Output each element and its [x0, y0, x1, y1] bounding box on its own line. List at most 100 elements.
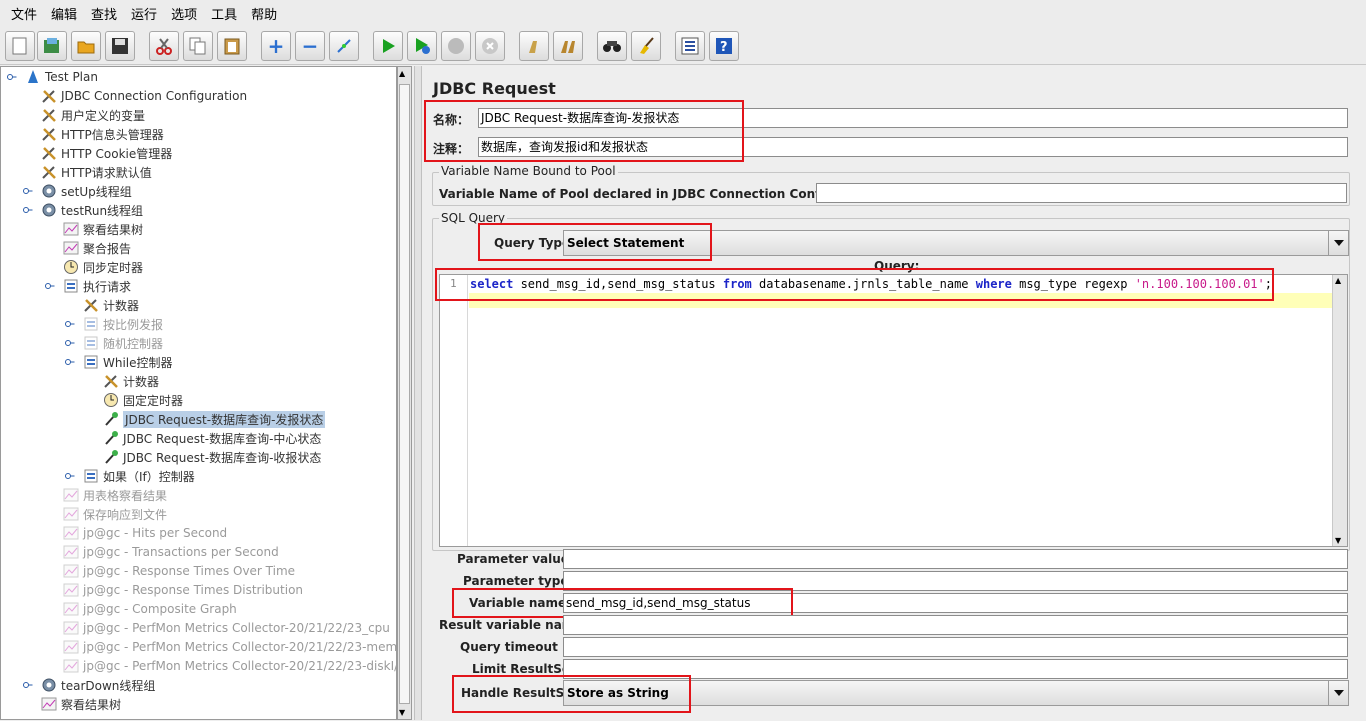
sql-string: 'n.100.100.100.01'	[1134, 277, 1265, 291]
expand-button[interactable]: +	[261, 31, 291, 61]
reset-search-button[interactable]	[631, 31, 661, 61]
tree-node[interactable]: jp@gc - Hits per Second	[63, 524, 227, 542]
listener-icon	[63, 221, 79, 237]
tree-node[interactable]: JDBC Connection Configuration	[41, 87, 247, 105]
tree-scrollbar[interactable]: ▲ ▼	[397, 66, 412, 720]
editor-scroll-up[interactable]: ▲	[1335, 276, 1341, 285]
open-button[interactable]	[71, 31, 101, 61]
paste-button[interactable]	[217, 31, 247, 61]
tree-node[interactable]: tearDown线程组	[41, 676, 155, 694]
comment-field[interactable]: 数据库，查询发报id和发报状态	[478, 137, 1348, 157]
new-button[interactable]	[5, 31, 35, 61]
tree-node[interactable]: jp@gc - Response Times Distribution	[63, 581, 303, 599]
query-type-select[interactable]: Select Statement	[563, 230, 1349, 256]
controller-icon	[83, 354, 99, 370]
expand-toggle[interactable]	[65, 471, 75, 480]
tree-node[interactable]: HTTP Cookie管理器	[41, 144, 172, 162]
tree-node[interactable]: 计数器	[103, 372, 159, 390]
pool-field[interactable]	[816, 183, 1347, 203]
tree-node[interactable]: jp@gc - PerfMon Metrics Collector-20/21/…	[63, 638, 396, 656]
shutdown-button[interactable]	[475, 31, 505, 61]
menu-help[interactable]: 帮助	[244, 4, 284, 23]
tree-node[interactable]: 用户定义的变量	[41, 106, 145, 124]
tree-node[interactable]: jp@gc - Transactions per Second	[63, 543, 279, 561]
tree-node[interactable]: 用表格察看结果	[63, 486, 167, 504]
templates-button[interactable]	[37, 31, 67, 61]
tree-node[interactable]: 固定定时器	[103, 391, 183, 409]
function-helper-button[interactable]	[675, 31, 705, 61]
copy-button[interactable]	[183, 31, 213, 61]
handle-resultset-select[interactable]: Store as String	[563, 680, 1349, 706]
start-no-pause-button[interactable]	[407, 31, 437, 61]
search-button[interactable]	[597, 31, 627, 61]
tree-node[interactable]: 察看结果树	[41, 695, 121, 713]
listener-icon	[63, 620, 79, 636]
cut-button[interactable]	[149, 31, 179, 61]
tree-node[interactable]: jp@gc - PerfMon Metrics Collector-20/21/…	[63, 657, 396, 675]
tree-node[interactable]: 同步定时器	[63, 258, 143, 276]
editor-scroll-down[interactable]: ▼	[1335, 536, 1341, 545]
collapse-toggle[interactable]	[7, 72, 17, 81]
tree-node[interactable]: testRun线程组	[41, 201, 143, 219]
menu-search[interactable]: 查找	[84, 4, 124, 23]
toggle-button[interactable]	[329, 31, 359, 61]
config-icon	[83, 297, 99, 313]
collapse-toggle[interactable]	[23, 205, 33, 214]
tree-node[interactable]: HTTP信息头管理器	[41, 125, 164, 143]
tree-node[interactable]: 察看结果树	[63, 220, 143, 238]
tree-node[interactable]: 计数器	[83, 296, 139, 314]
timeout-field[interactable]	[563, 637, 1348, 657]
clear-button[interactable]	[519, 31, 549, 61]
stop-button[interactable]	[441, 31, 471, 61]
clear-all-button[interactable]	[553, 31, 583, 61]
tree-node[interactable]: 如果（If）控制器	[83, 467, 195, 485]
sql-query-text[interactable]: select send_msg_id,send_msg_status from …	[470, 276, 1272, 293]
tree-node[interactable]: jp@gc - Response Times Over Time	[63, 562, 295, 580]
limit-field[interactable]	[563, 659, 1348, 679]
menu-options[interactable]: 选项	[164, 4, 204, 23]
start-button[interactable]	[373, 31, 403, 61]
tree-node[interactable]: 随机控制器	[83, 334, 163, 352]
name-field[interactable]: JDBC Request-数据库查询-发报状态	[478, 108, 1348, 128]
result-var-field[interactable]	[563, 615, 1348, 635]
tree-node[interactable]: 执行请求	[63, 277, 131, 295]
expand-toggle[interactable]	[65, 338, 75, 347]
tree-node[interactable]: JDBC Request-数据库查询-中心状态	[103, 429, 321, 447]
tree-node[interactable]: 保存响应到文件	[63, 505, 167, 523]
tree-node[interactable]: setUp线程组	[41, 182, 132, 200]
help-button[interactable]: ?	[709, 31, 739, 61]
tree-node-label: Test Plan	[45, 70, 98, 84]
tree-node[interactable]: JDBC Request-数据库查询-发报状态	[103, 410, 326, 428]
chevron-down-icon[interactable]	[1328, 681, 1348, 705]
tree-node[interactable]: Test Plan	[25, 68, 98, 86]
editor-scrollbar[interactable]: ▲ ▼	[1332, 275, 1347, 546]
tree-node[interactable]: jp@gc - Composite Graph	[63, 600, 237, 618]
collapse-button[interactable]: −	[295, 31, 325, 61]
expand-toggle[interactable]	[65, 319, 75, 328]
sampler-icon	[103, 411, 119, 427]
menu-tools[interactable]: 工具	[204, 4, 244, 23]
chevron-down-icon[interactable]	[1328, 231, 1348, 255]
scroll-thumb[interactable]	[399, 84, 410, 704]
var-names-field[interactable]: send_msg_id,send_msg_status	[563, 593, 1348, 613]
tree-node[interactable]: 聚合报告	[63, 239, 131, 257]
sql-query-editor[interactable]: 1 select send_msg_id,send_msg_status fro…	[439, 274, 1348, 547]
menu-edit[interactable]: 编辑	[44, 4, 84, 23]
tree-node[interactable]: JDBC Request-数据库查询-收报状态	[103, 448, 321, 466]
tree-node[interactable]: HTTP请求默认值	[41, 163, 152, 181]
tree-node[interactable]: 按比例发报	[83, 315, 163, 333]
param-types-field[interactable]	[563, 571, 1348, 591]
collapse-toggle[interactable]	[45, 281, 55, 290]
save-button[interactable]	[105, 31, 135, 61]
menu-file[interactable]: 文件	[4, 4, 44, 23]
split-pane-divider[interactable]	[414, 66, 422, 720]
collapse-toggle[interactable]	[65, 357, 75, 366]
scroll-down-arrow[interactable]: ▼	[399, 708, 405, 717]
tree-node[interactable]: jp@gc - PerfMon Metrics Collector-20/21/…	[63, 619, 390, 637]
scroll-up-arrow[interactable]: ▲	[399, 69, 405, 78]
menu-run[interactable]: 运行	[124, 4, 164, 23]
param-values-field[interactable]	[563, 549, 1348, 569]
expand-toggle[interactable]	[23, 680, 33, 689]
tree-node[interactable]: While控制器	[83, 353, 173, 371]
expand-toggle[interactable]	[23, 186, 33, 195]
